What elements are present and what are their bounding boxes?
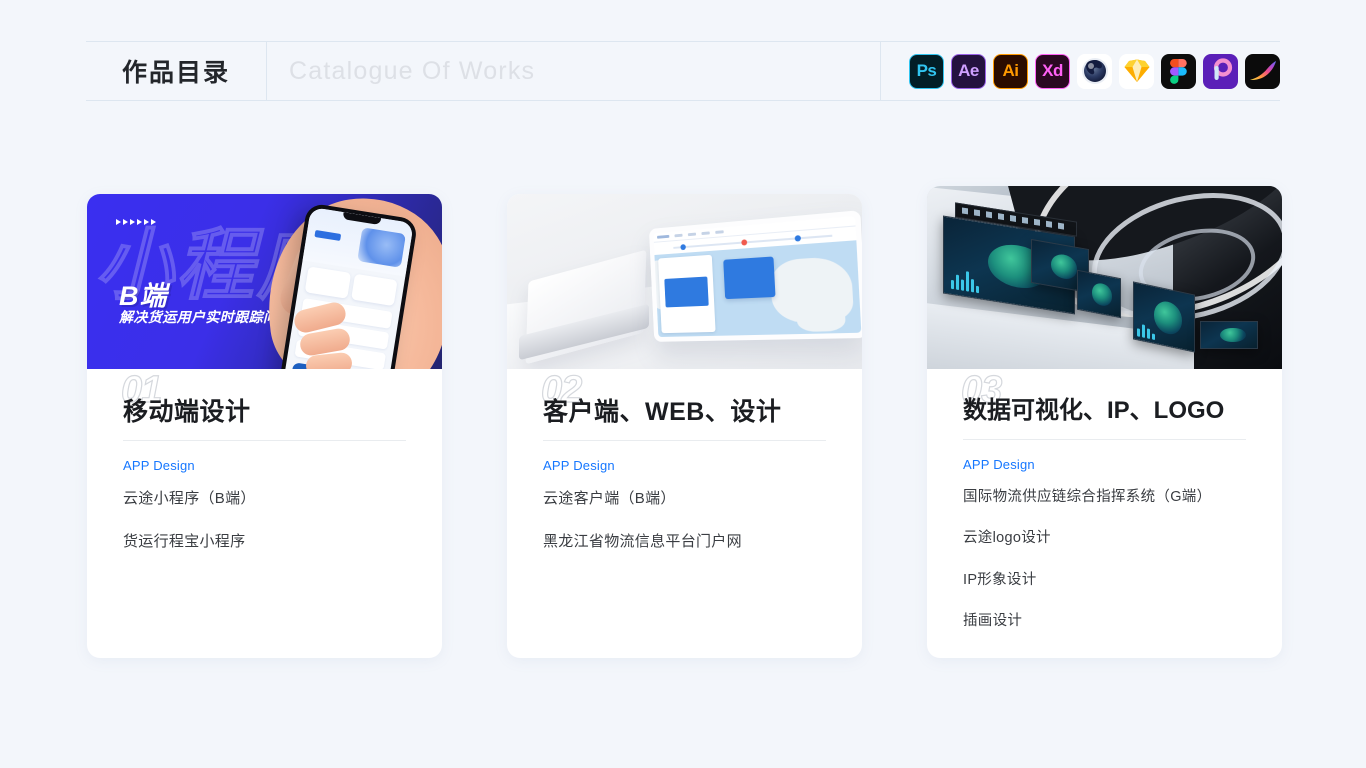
- card-subtitle[interactable]: APP Design: [543, 458, 826, 473]
- globe-visual: [1154, 299, 1182, 337]
- globe-visual: [1092, 282, 1112, 308]
- sketch-icon[interactable]: [1119, 53, 1154, 89]
- list-item[interactable]: 黑龙江省物流信息平台门户网: [543, 530, 826, 553]
- work-card-data-visualization[interactable]: 03 数据可视化、IP、LOGO APP Design 国际物流供应链综合指挥系…: [927, 186, 1282, 658]
- work-card-client-web-design[interactable]: 02 客户端、WEB、设计 APP Design 云途客户端（B端） 黑龙江省物…: [507, 194, 862, 658]
- page-header: 作品目录 Catalogue Of Works Ps Ae Ai Xd: [86, 41, 1280, 101]
- bar-chart-visual: [950, 266, 979, 294]
- progress-dot: [680, 243, 686, 250]
- web-logo: [657, 234, 670, 239]
- work-card-mobile-design[interactable]: 小程序 B端 解决货运用户实时跟踪问题 01 移动端设计 APP Design …: [87, 194, 442, 658]
- card-divider: [123, 440, 406, 441]
- principle-icon[interactable]: [1203, 53, 1238, 89]
- panel-highlight: [664, 276, 709, 308]
- adobe-xd-icon-label: Xd: [1042, 61, 1063, 80]
- progress-dot: [794, 234, 802, 242]
- card-title: 数据可视化、IP、LOGO: [963, 397, 1225, 424]
- dashboard-screen: [1200, 321, 1258, 349]
- card-media-control-room: [927, 186, 1282, 369]
- card-media-laptop: [507, 194, 862, 369]
- list-item[interactable]: 云途客户端（B端）: [543, 487, 826, 510]
- software-icon-list: Ps Ae Ai Xd: [881, 42, 1280, 100]
- world-map: [653, 240, 862, 338]
- procreate-icon[interactable]: [1245, 53, 1280, 89]
- list-item[interactable]: 云途小程序（B端）: [123, 487, 406, 510]
- cinema-4d-icon[interactable]: [1077, 53, 1112, 89]
- bar-chart-visual: [1137, 319, 1155, 340]
- card-subtitle[interactable]: APP Design: [963, 457, 1246, 472]
- card-title: 客户端、WEB、设计: [543, 398, 782, 426]
- dashboard-screen: [1077, 269, 1121, 319]
- globe-visual: [1220, 327, 1246, 343]
- card-item-list: 云途客户端（B端） 黑龙江省物流信息平台门户网: [543, 487, 826, 554]
- app-logo: [314, 229, 342, 241]
- landmass: [796, 303, 846, 333]
- web-nav-item: [715, 230, 724, 234]
- web-nav-item: [701, 231, 710, 235]
- card-divider: [543, 440, 826, 441]
- list-item[interactable]: 插画设计: [963, 610, 1246, 632]
- map-side-panel: [658, 254, 716, 334]
- web-nav-item: [674, 233, 683, 238]
- photoshop-icon-label: Ps: [916, 61, 937, 80]
- arrow-marks-icon: [116, 219, 156, 225]
- header-title-en-cell: Catalogue Of Works: [267, 42, 881, 100]
- card-subtitle[interactable]: APP Design: [123, 458, 406, 473]
- card-item-list: 国际物流供应链综合指挥系统（G端） 云途logo设计 IP形象设计 插画设计: [963, 486, 1246, 633]
- progress-dot: [741, 238, 748, 246]
- list-item[interactable]: 国际物流供应链综合指挥系统（G端）: [963, 486, 1246, 508]
- open-laptop: [648, 210, 862, 342]
- page-title-en: Catalogue Of Works: [289, 56, 536, 85]
- illustrator-icon[interactable]: Ai: [993, 53, 1028, 89]
- adobe-xd-icon[interactable]: Xd: [1035, 53, 1070, 89]
- card-item-list: 云途小程序（B端） 货运行程宝小程序: [123, 487, 406, 554]
- card-media-mini-program: 小程序 B端 解决货运用户实时跟踪问题: [87, 194, 442, 369]
- laptop-screen: [653, 215, 862, 338]
- illustrator-icon-label: Ai: [1002, 61, 1020, 80]
- figma-icon[interactable]: [1161, 53, 1196, 89]
- app-hero-illustration: [357, 227, 406, 268]
- list-item[interactable]: 货运行程宝小程序: [123, 530, 406, 553]
- list-item[interactable]: IP形象设计: [963, 569, 1246, 591]
- web-nav-item: [687, 232, 697, 236]
- card-divider: [963, 438, 1246, 440]
- globe-visual: [1051, 252, 1077, 281]
- header-title-cn-cell: 作品目录: [86, 42, 267, 100]
- photoshop-icon[interactable]: Ps: [909, 53, 944, 89]
- list-item[interactable]: 云途logo设计: [963, 527, 1246, 549]
- after-effects-icon[interactable]: Ae: [951, 53, 986, 89]
- page-title-cn: 作品目录: [121, 59, 230, 87]
- card-body: 02 客户端、WEB、设计 APP Design 云途客户端（B端） 黑龙江省物…: [507, 369, 862, 554]
- card-body: 01 移动端设计 APP Design 云途小程序（B端） 货运行程宝小程序: [87, 369, 442, 554]
- card-body: 03 数据可视化、IP、LOGO APP Design 国际物流供应链综合指挥系…: [927, 369, 1282, 633]
- media-tagline: 解决货运用户实时跟踪问题: [119, 309, 292, 325]
- map-tooltip: [723, 256, 776, 300]
- card-title: 移动端设计: [123, 398, 251, 426]
- after-effects-icon-label: Ae: [958, 61, 979, 80]
- works-card-grid: 小程序 B端 解决货运用户实时跟踪问题 01 移动端设计 APP Design …: [87, 186, 1283, 658]
